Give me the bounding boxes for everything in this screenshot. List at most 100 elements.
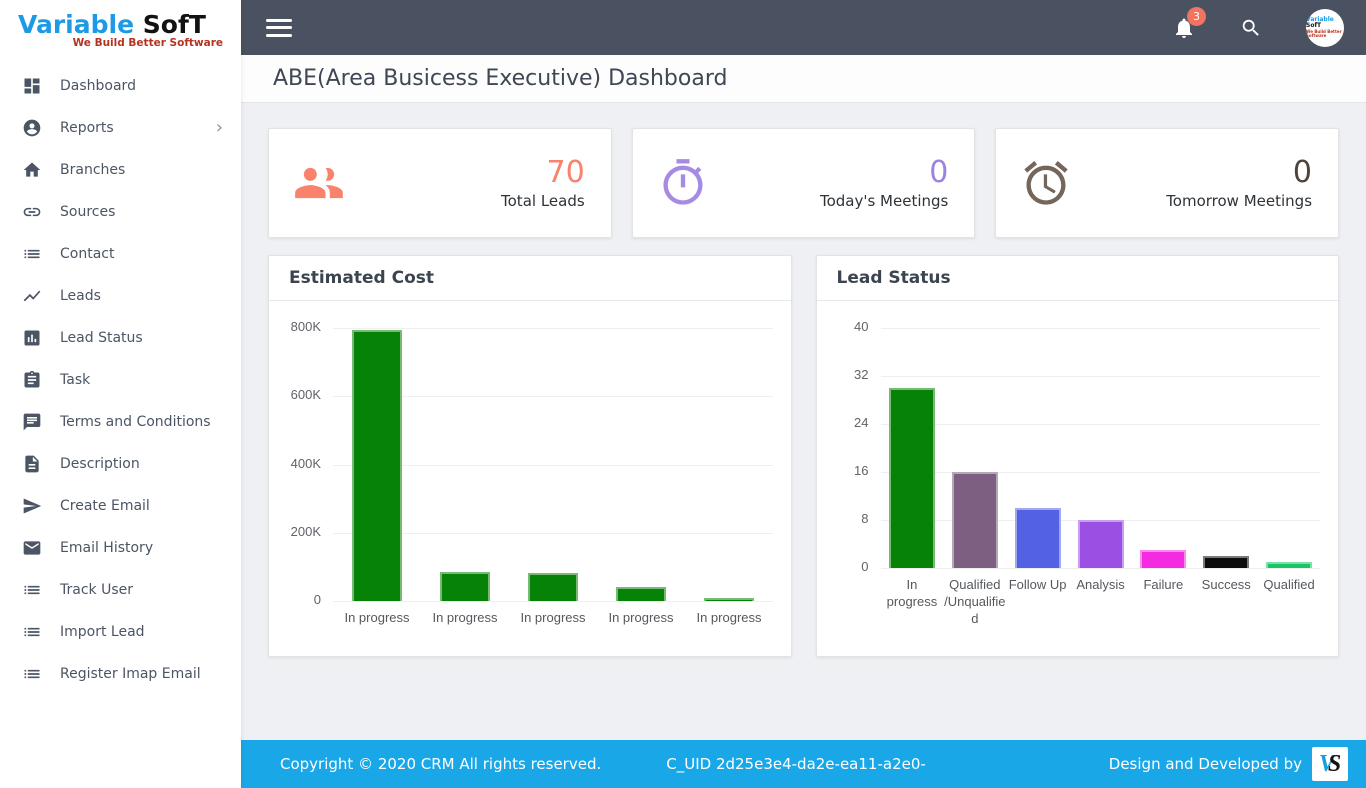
page-title-band: ABE(Area Busicess Executive) Dashboard bbox=[241, 55, 1366, 103]
trending-up-icon bbox=[22, 286, 42, 306]
person-icon bbox=[22, 118, 42, 138]
x-tick-label: In progress bbox=[597, 610, 685, 627]
topbar: 3 Variable SofT We Build Better Software bbox=[241, 0, 1366, 55]
bar-qualified-unqualified bbox=[952, 472, 998, 568]
sidebar-item-register-imap-email[interactable]: Register Imap Email bbox=[0, 653, 241, 695]
stat-label: Total Leads bbox=[501, 192, 585, 210]
bar-success bbox=[1203, 556, 1249, 568]
variablesoft-logo[interactable]: V S bbox=[1312, 747, 1348, 781]
gridline bbox=[881, 472, 1321, 473]
bar-analysis bbox=[1078, 520, 1124, 568]
list-icon bbox=[22, 244, 42, 264]
stopwatch-icon bbox=[657, 157, 709, 209]
sidebar-item-label: Contact bbox=[60, 246, 223, 262]
sidebar-item-leads[interactable]: Leads bbox=[0, 275, 241, 317]
y-tick-label: 800K bbox=[269, 319, 321, 334]
stat-label: Today's Meetings bbox=[820, 192, 948, 210]
footer: Copyright © 2020 CRM All rights reserved… bbox=[241, 740, 1366, 788]
main-content: ABE(Area Busicess Executive) Dashboard 7… bbox=[241, 55, 1366, 740]
brand-logo[interactable]: Variable SofT We Build Better Software bbox=[0, 0, 241, 53]
bell-icon[interactable]: 3 bbox=[1172, 16, 1196, 40]
sidebar-item-label: Dashboard bbox=[60, 78, 223, 94]
sidebar-item-label: Lead Status bbox=[60, 330, 223, 346]
sidebar-item-lead-status[interactable]: Lead Status bbox=[0, 317, 241, 359]
people-icon bbox=[293, 157, 345, 209]
sidebar-item-reports[interactable]: Reports› bbox=[0, 107, 241, 149]
chart-plot-area bbox=[333, 328, 773, 601]
send-icon bbox=[22, 496, 42, 516]
sidebar-item-task[interactable]: Task bbox=[0, 359, 241, 401]
x-tick-label: In progress bbox=[333, 610, 421, 627]
search-icon[interactable] bbox=[1240, 17, 1262, 39]
y-tick-label: 16 bbox=[817, 463, 869, 478]
sidebar-item-label: Create Email bbox=[60, 498, 223, 514]
sidebar-item-email-history[interactable]: Email History bbox=[0, 527, 241, 569]
sidebar: Variable SofT We Build Better Software D… bbox=[0, 0, 241, 788]
envelope-icon bbox=[22, 538, 42, 558]
x-tick-label: In progress bbox=[685, 610, 773, 627]
menu-icon[interactable] bbox=[266, 19, 292, 37]
user-avatar[interactable]: Variable SofT We Build Better Software bbox=[1306, 9, 1344, 47]
y-tick-label: 40 bbox=[817, 319, 869, 334]
x-tick-label: In progress bbox=[881, 577, 944, 611]
dashboard-icon bbox=[22, 76, 42, 96]
link-icon bbox=[22, 202, 42, 222]
document-icon bbox=[22, 454, 42, 474]
x-tick-label: Failure bbox=[1132, 577, 1195, 594]
sidebar-item-branches[interactable]: Branches bbox=[0, 149, 241, 191]
x-tick-label: Qualified bbox=[1258, 577, 1321, 594]
y-tick-label: 32 bbox=[817, 367, 869, 382]
y-tick-label: 0 bbox=[269, 592, 321, 607]
bar-follow-up bbox=[1015, 508, 1061, 568]
list-icon bbox=[22, 580, 42, 600]
lead-status-chart-card: Lead Status 0816243240In progressQualifi… bbox=[816, 255, 1340, 657]
bar-in-progress bbox=[616, 587, 666, 601]
sidebar-nav: Dashboard Reports› Branches Sources Contact L… bbox=[0, 65, 241, 695]
sidebar-item-label: Terms and Conditions bbox=[60, 414, 223, 430]
y-tick-label: 8 bbox=[817, 511, 869, 526]
page-title: ABE(Area Busicess Executive) Dashboard bbox=[273, 66, 727, 91]
chat-lines-icon bbox=[22, 412, 42, 432]
x-tick-label: In progress bbox=[421, 610, 509, 627]
clipboard-icon bbox=[22, 370, 42, 390]
notification-badge: 3 bbox=[1187, 7, 1206, 26]
sidebar-item-contact[interactable]: Contact bbox=[0, 233, 241, 275]
bar-in-progress bbox=[440, 572, 490, 601]
lead-status-chart: 0816243240In progressQualified /Unqualif… bbox=[817, 301, 1339, 657]
sidebar-item-label: Track User bbox=[60, 582, 223, 598]
topbar-actions: 3 Variable SofT We Build Better Software bbox=[1172, 9, 1366, 47]
sidebar-item-track-user[interactable]: Track User bbox=[0, 569, 241, 611]
bar-failure bbox=[1140, 550, 1186, 568]
sidebar-item-label: Leads bbox=[60, 288, 223, 304]
stat-card-total-leads: 70 Total Leads bbox=[268, 128, 612, 238]
footer-copyright: Copyright © 2020 CRM All rights reserved… bbox=[280, 755, 601, 773]
chart-title: Lead Status bbox=[817, 256, 1339, 301]
stat-value: 0 bbox=[820, 156, 948, 191]
brand-name: Variable SofT bbox=[18, 10, 227, 39]
stat-label: Tomorrow Meetings bbox=[1166, 192, 1312, 210]
sidebar-item-dashboard[interactable]: Dashboard bbox=[0, 65, 241, 107]
stat-value: 0 bbox=[1166, 156, 1312, 191]
x-tick-label: Success bbox=[1195, 577, 1258, 594]
bar-in-progress bbox=[528, 573, 578, 601]
sidebar-item-terms-and-conditions[interactable]: Terms and Conditions bbox=[0, 401, 241, 443]
y-tick-label: 0 bbox=[817, 559, 869, 574]
stats-row: 70 Total Leads 0 Today's Meetings 0 Tomo… bbox=[241, 128, 1366, 238]
x-tick-label: Analysis bbox=[1069, 577, 1132, 594]
sidebar-item-description[interactable]: Description bbox=[0, 443, 241, 485]
sidebar-item-create-email[interactable]: Create Email bbox=[0, 485, 241, 527]
gridline bbox=[881, 424, 1321, 425]
gridline bbox=[881, 568, 1321, 569]
sidebar-item-sources[interactable]: Sources bbox=[0, 191, 241, 233]
list-icon bbox=[22, 622, 42, 642]
stat-value: 70 bbox=[501, 156, 585, 191]
sidebar-item-import-lead[interactable]: Import Lead bbox=[0, 611, 241, 653]
x-tick-label: Follow Up bbox=[1006, 577, 1069, 594]
avatar-logo-text: Variable SofT bbox=[1306, 17, 1344, 30]
list-icon bbox=[22, 664, 42, 684]
chart-title: Estimated Cost bbox=[269, 256, 791, 301]
y-tick-label: 600K bbox=[269, 387, 321, 402]
sidebar-item-label: Reports bbox=[60, 120, 216, 136]
footer-credit: Design and Developed by bbox=[1109, 755, 1302, 773]
sidebar-item-label: Branches bbox=[60, 162, 223, 178]
